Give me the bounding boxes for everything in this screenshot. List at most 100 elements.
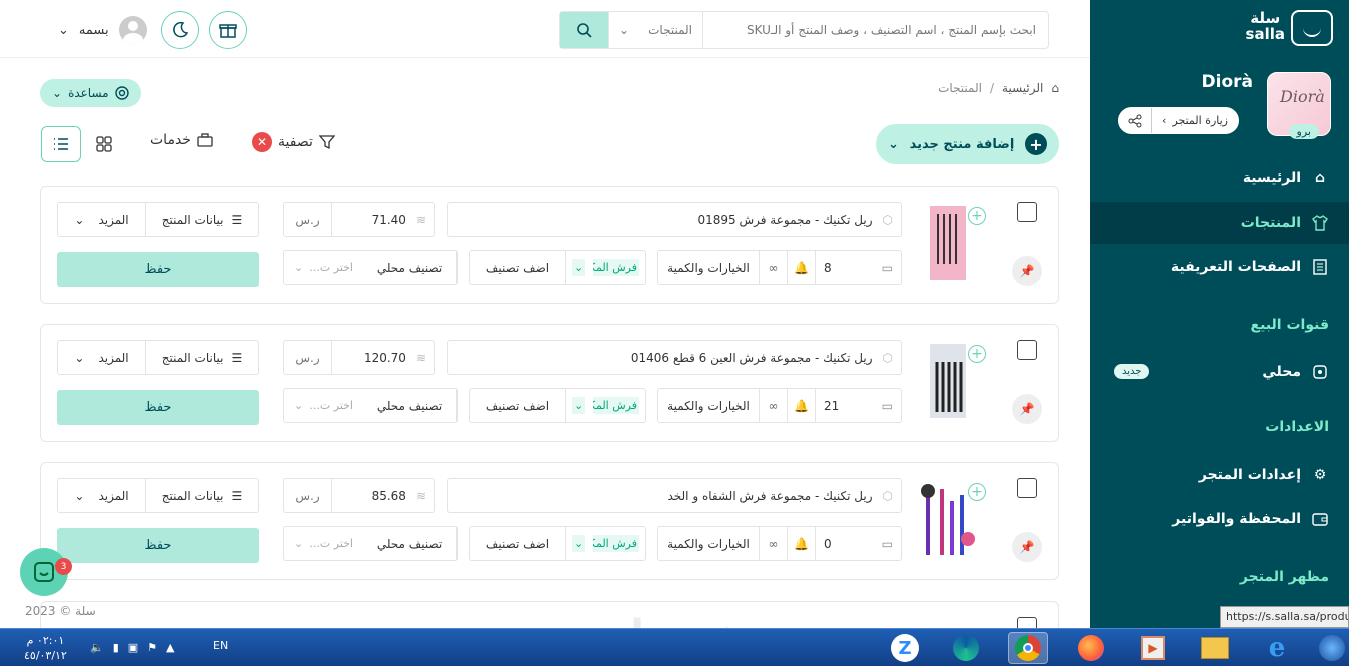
add-image-icon[interactable]: + xyxy=(968,483,986,501)
pin-button[interactable]: 📌 xyxy=(1012,256,1042,286)
add-product-button[interactable]: + إضافة منتج جديد ⌄ xyxy=(876,124,1059,164)
category-select[interactable]: فرش المكياج ⌄ xyxy=(565,527,645,560)
notify-icon[interactable]: 🔔 xyxy=(787,527,815,560)
save-button[interactable]: حفظ xyxy=(57,252,259,287)
sidebar-item-pages[interactable]: الصفحات التعريفية xyxy=(1171,258,1329,276)
product-thumbnail[interactable]: + xyxy=(918,201,986,285)
save-button[interactable]: حفظ xyxy=(57,528,259,563)
search-input[interactable]: ابحث بإسم المنتج ، اسم التصنيف ، وصف الم… xyxy=(703,12,1048,48)
language-indicator[interactable]: EN xyxy=(213,639,228,652)
product-price-field[interactable]: ≋ 71.40 ر.س xyxy=(283,202,435,237)
options-qty-button[interactable]: الخيارات والكمية xyxy=(658,399,759,413)
breadcrumb: ⌂ الرئيسية / المنتجات xyxy=(938,81,1059,95)
add-category-button[interactable]: اضف تصنيف xyxy=(470,399,565,413)
product-data-button[interactable]: ☰ بيانات المنتج xyxy=(145,341,258,374)
product-name-field[interactable]: ⬡ ريل تكنيك - مجموعة فرش الشفاه و الخد xyxy=(447,478,902,513)
list-view-button[interactable] xyxy=(41,126,81,162)
top-header: ابحث بإسم المنتج ، اسم التصنيف ، وصف الم… xyxy=(0,0,1090,58)
services-label: خدمات xyxy=(150,132,191,148)
infinity-icon[interactable]: ∞ xyxy=(759,251,787,284)
notify-icon[interactable]: 🔔 xyxy=(787,389,815,422)
add-category-button[interactable]: اضف تصنيف xyxy=(470,261,565,275)
product-price-field[interactable]: ≋ 85.68 ر.س xyxy=(283,478,435,513)
options-qty-button[interactable]: الخيارات والكمية xyxy=(658,261,759,275)
add-image-icon[interactable]: + xyxy=(968,345,986,363)
dark-mode-button[interactable] xyxy=(161,11,199,49)
infinity-icon[interactable]: ∞ xyxy=(759,389,787,422)
media-player-icon[interactable]: ▶ xyxy=(1133,632,1173,664)
product-checkbox[interactable] xyxy=(1017,202,1037,222)
product-checkbox[interactable] xyxy=(1017,478,1037,498)
help-button[interactable]: ⌄ مساعدة xyxy=(40,79,141,107)
quantity-field: ▭ 0 🔔 ∞ الخيارات والكمية xyxy=(657,526,902,561)
more-button[interactable]: المزيد ⌄ xyxy=(58,479,145,512)
edge-browser-icon[interactable] xyxy=(946,632,986,664)
local-category-field: تصنيف محلي اختر ت... ⌄ xyxy=(283,250,458,285)
notify-icon[interactable]: 🔔 xyxy=(787,251,815,284)
pin-button[interactable]: 📌 xyxy=(1012,394,1042,424)
internet-explorer-icon[interactable]: e xyxy=(1257,632,1297,664)
product-quantity: 0 xyxy=(824,536,832,551)
quantity-input[interactable]: ▭ 8 xyxy=(815,251,901,284)
product-data-button[interactable]: ☰ بيانات المنتج xyxy=(145,203,258,236)
local-category-select[interactable]: اختر ت... ⌄ xyxy=(284,261,363,274)
network-icon[interactable]: ▮ xyxy=(113,641,119,654)
product-checkbox[interactable] xyxy=(1017,340,1037,360)
visit-store-button[interactable]: ‹ زيارة المتجر xyxy=(1151,108,1238,133)
category-select[interactable]: فرش المكياج ⌄ xyxy=(565,389,645,422)
visit-store-group: ‹ زيارة المتجر xyxy=(1118,107,1239,134)
sidebar-item-wallet[interactable]: المحفظة والفواتير xyxy=(1172,510,1329,528)
pin-button[interactable]: 📌 xyxy=(1012,532,1042,562)
box-icon: ▭ xyxy=(881,398,893,413)
sidebar-item-store-settings[interactable]: إعدادات المتجر ⚙ xyxy=(1199,466,1329,484)
sidebar-item-local-channel[interactable]: محلي xyxy=(1262,363,1329,381)
product-price-field[interactable]: ≋ 120.70 ر.س xyxy=(283,340,435,375)
more-button[interactable]: المزيد ⌄ xyxy=(58,203,145,236)
flag-icon[interactable]: ⚑ xyxy=(147,641,157,654)
file-explorer-icon[interactable] xyxy=(1195,632,1235,664)
gift-button[interactable] xyxy=(209,11,247,49)
sidebar-item-home[interactable]: الرئيسية ⌂ xyxy=(1243,169,1329,187)
options-qty-button[interactable]: الخيارات والكمية xyxy=(658,537,759,551)
firefox-browser-icon[interactable] xyxy=(1071,632,1111,664)
breadcrumb-separator: / xyxy=(989,81,995,95)
pin-icon: 📌 xyxy=(1019,540,1035,554)
chat-button[interactable]: 3 xyxy=(20,548,72,596)
volume-icon[interactable]: 🔈 xyxy=(90,641,104,654)
user-menu[interactable]: ⌄ بسمه xyxy=(58,16,147,44)
save-button[interactable]: حفظ xyxy=(57,390,259,425)
quantity-input[interactable]: ▭ 0 xyxy=(815,527,901,560)
product-name-field[interactable]: ⬡ ريل تكنيك - مجموعة فرش 01895 xyxy=(447,202,902,237)
search-button[interactable] xyxy=(560,12,608,48)
category-select[interactable]: فرش المكياج ⌄ xyxy=(565,251,645,284)
tray-expand-icon[interactable]: ▲ xyxy=(166,641,174,654)
filter-button[interactable]: ✕ تصفية xyxy=(252,132,335,152)
quantity-input[interactable]: ▭ 21 xyxy=(815,389,901,422)
services-button[interactable]: خدمات xyxy=(150,132,213,148)
breadcrumb-home[interactable]: الرئيسية xyxy=(1002,81,1043,95)
infinity-icon[interactable]: ∞ xyxy=(759,527,787,560)
device-icon[interactable]: ▣ xyxy=(128,641,138,654)
local-category-select[interactable]: اختر ت... ⌄ xyxy=(284,399,363,412)
product-thumbnail[interactable]: + xyxy=(918,477,986,561)
footer-copyright: سلة © 2023 xyxy=(25,604,96,618)
chrome-browser-icon[interactable] xyxy=(1008,632,1048,664)
pin-icon: 📌 xyxy=(1019,402,1035,416)
add-category-button[interactable]: اضف تصنيف xyxy=(470,537,565,551)
start-button[interactable] xyxy=(1312,632,1349,664)
taskbar-clock[interactable]: ٠٢:٠١ م ٤٥/٠٣/١٢ xyxy=(24,633,67,663)
more-button[interactable]: المزيد ⌄ xyxy=(58,341,145,374)
clear-filter-icon[interactable]: ✕ xyxy=(252,132,272,152)
sidebar-item-products[interactable]: المنتجات xyxy=(1241,214,1329,232)
local-category-select[interactable]: اختر ت... ⌄ xyxy=(284,537,363,550)
add-image-icon[interactable]: + xyxy=(968,207,986,225)
search-icon xyxy=(577,23,592,38)
sidebar-item-label: إعدادات المتجر xyxy=(1198,467,1301,483)
product-thumbnail[interactable]: + xyxy=(918,339,986,423)
product-name-field[interactable]: ⬡ ريل تكنيك - مجموعة فرش العين 6 قطع 0140… xyxy=(447,340,902,375)
grid-view-button[interactable] xyxy=(84,126,124,162)
zoom-app-icon[interactable]: Z xyxy=(885,632,925,664)
product-data-button[interactable]: ☰ بيانات المنتج xyxy=(145,479,258,512)
search-scope-select[interactable]: المنتجات ⌄ xyxy=(608,12,703,48)
share-button[interactable] xyxy=(1119,108,1151,133)
